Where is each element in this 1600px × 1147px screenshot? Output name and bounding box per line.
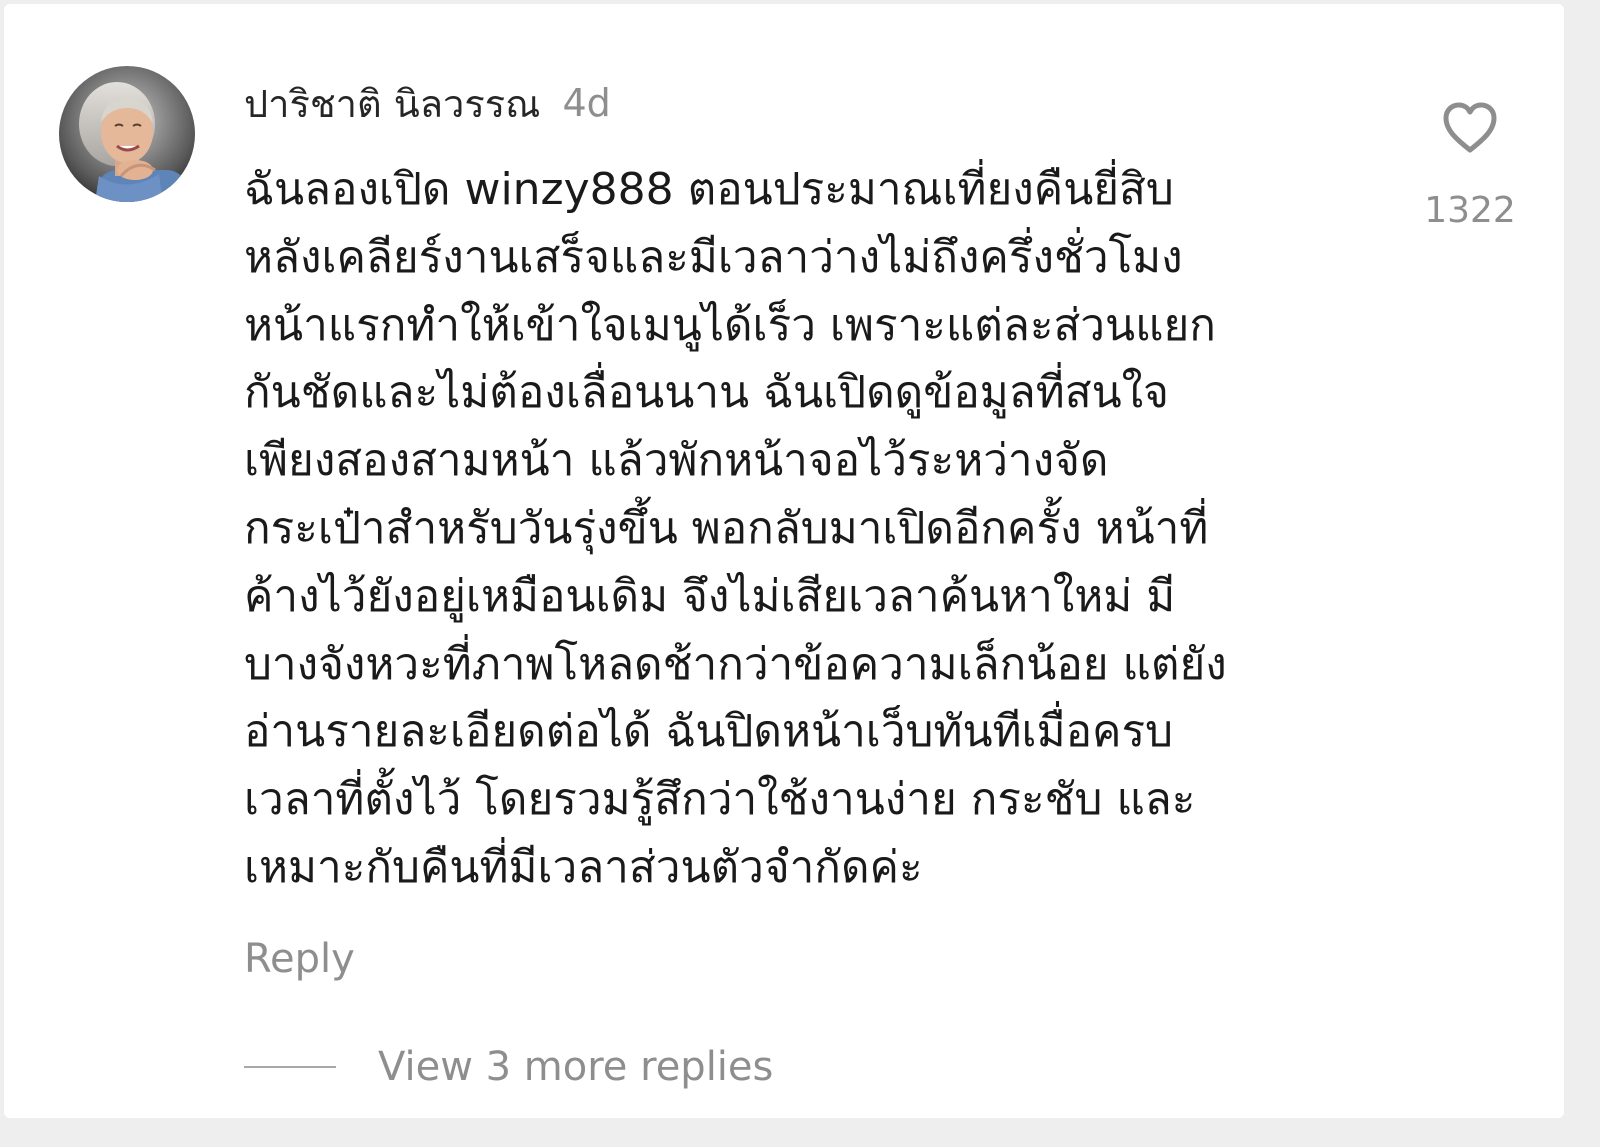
comment-card: ปาริชาติ นิลวรรณ 4d ฉันลองเปิด winzy888 …: [4, 4, 1564, 1118]
comment-text-line: กระเป๋าสำหรับวันรุ่งขึ้น พอกลับมาเปิดอีก…: [244, 502, 1209, 554]
like-count: 1322: [1424, 190, 1516, 231]
comment-text-line: อ่านรายละเอียดต่อได้ ฉันปิดหน้าเว็บทันที…: [244, 706, 1174, 758]
comment-text-line: หน้าแรกทำให้เข้าใจเมนูได้เร็ว เพราะแต่ละ…: [244, 299, 1216, 351]
view-more-replies-label: View 3 more replies: [378, 1044, 774, 1090]
avatar-image: [59, 66, 195, 202]
view-more-replies-button[interactable]: View 3 more replies: [244, 1042, 773, 1092]
comment-text-line: เพียงสองสามหน้า แล้วพักหน้าจอไว้ระหว่างจ…: [244, 435, 1109, 487]
reply-button[interactable]: Reply: [244, 936, 355, 982]
comment-text-line: ค้างไว้ยังอยู่เหมือนเดิม จึงไม่เสียเวลาค…: [244, 570, 1176, 622]
author-name[interactable]: ปาริชาติ นิลวรรณ: [244, 73, 540, 134]
like-section: 1322: [1420, 96, 1520, 231]
comment-header: ปาริชาติ นิลวรรณ 4d: [244, 78, 611, 128]
comment-text-line: หลังเคลียร์งานเสร็จและมีเวลาว่างไม่ถึงคร…: [244, 231, 1183, 283]
like-button[interactable]: [1438, 96, 1502, 160]
comment-text-line: เวลาที่ตั้งไว้ โดยรวมรู้สึกว่าใช้งานง่าย…: [244, 774, 1196, 826]
heart-outline-icon: [1443, 102, 1497, 153]
comment-text-line: ฉันลองเปิด winzy888 ตอนประมาณเที่ยงคืนยี…: [244, 164, 1174, 215]
comment-text-line: เหมาะกับคืนที่มีเวลาส่วนตัวจำกัดค่ะ: [244, 841, 923, 893]
comment-text-line: กันชัดและไม่ต้องเลื่อนนาน ฉันเปิดดูข้อมู…: [244, 367, 1169, 419]
divider: [244, 1066, 336, 1068]
comment-timestamp: 4d: [562, 81, 611, 125]
avatar[interactable]: [59, 66, 195, 202]
comment-text-line: บางจังหวะที่ภาพโหลดช้ากว่าข้อความเล็กน้อ…: [244, 638, 1227, 690]
comment-text: ฉันลองเปิด winzy888 ตอนประมาณเที่ยงคืนยี…: [244, 156, 1384, 902]
